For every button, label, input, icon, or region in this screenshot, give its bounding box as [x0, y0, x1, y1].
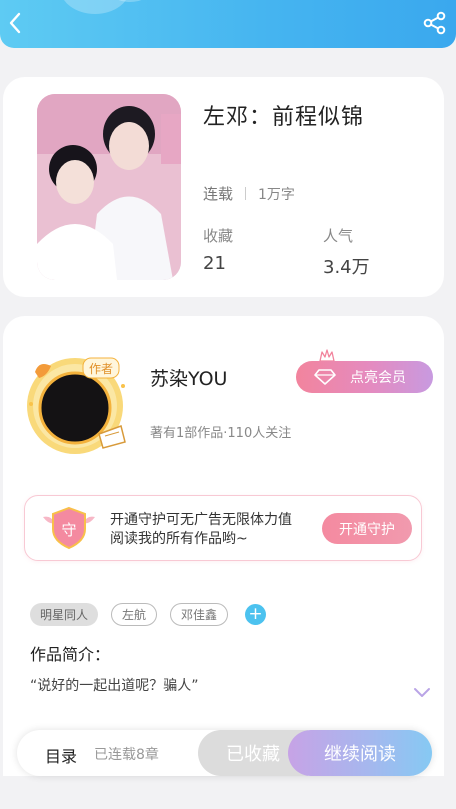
author-card: 作者 苏染YOU 著有1部作品·110人关注 点亮会员 守 开通守护可无广告无限… [3, 316, 444, 776]
popularity-value: 3.4万 [323, 257, 370, 278]
header-decoration [60, 0, 130, 14]
author-meta: 著有1部作品·110人关注 [150, 426, 292, 441]
intro-text: “说好的一起出道呢？骗人” [30, 678, 199, 694]
tag-item[interactable]: 左航 [111, 603, 158, 626]
open-guard-button[interactable]: 开通守护 [322, 513, 412, 544]
favorites-label: 收藏 [203, 227, 234, 245]
avatar-frame: 作者 [27, 357, 126, 454]
word-count: 1万字 [258, 186, 295, 203]
favorites-value: 21 [203, 253, 226, 274]
share-icon [423, 11, 446, 35]
serial-status: 连载 [203, 185, 234, 203]
chevron-down-icon[interactable] [413, 686, 431, 698]
guard-text: 开通守护可无广告无限体力值阅读我的所有作品哟~ [110, 512, 292, 547]
book-info-card: 左邓：前程似锦 连载 1万字 收藏 21 人气 3.4万 [3, 77, 444, 297]
book-cover[interactable] [37, 94, 181, 280]
continue-reading-button[interactable]: 继续阅读 [288, 730, 432, 776]
book-status-row: 连载 1万字 [203, 183, 295, 204]
vip-button[interactable]: 点亮会员 [296, 361, 433, 393]
chevron-left-icon [9, 12, 21, 34]
divider [245, 187, 247, 200]
author-badge: 作者 [89, 362, 113, 376]
author-avatar[interactable]: 作者 [17, 346, 139, 458]
cover-image [37, 94, 181, 280]
popularity-label: 人气 [323, 227, 354, 245]
back-button[interactable] [0, 6, 30, 40]
author-name[interactable]: 苏染YOU [150, 364, 227, 391]
chapter-progress: 已连载8章 [94, 747, 159, 763]
toc-button[interactable]: 目录 [45, 743, 77, 767]
vip-button-label: 点亮会员 [350, 370, 406, 386]
book-title: 左邓：前程似锦 [203, 105, 365, 130]
share-button[interactable] [422, 10, 448, 36]
add-tag-button[interactable]: + [245, 604, 267, 625]
shield-label: 守 [61, 521, 76, 539]
header-bar [0, 0, 456, 48]
diamond-icon [314, 369, 336, 385]
tag-item[interactable]: 邓佳鑫 [170, 603, 229, 626]
tag-list: 明星同人 左航 邓佳鑫 + [30, 603, 267, 626]
intro-title: 作品简介： [30, 645, 111, 664]
tag-item[interactable]: 明星同人 [30, 603, 99, 626]
guard-banner: 守 开通守护可无广告无限体力值阅读我的所有作品哟~ 开通守护 [24, 495, 422, 561]
bottom-action-bar: 目录 已连载8章 已收藏 继续阅读 [17, 730, 432, 776]
shield-icon: 守 [43, 506, 95, 550]
